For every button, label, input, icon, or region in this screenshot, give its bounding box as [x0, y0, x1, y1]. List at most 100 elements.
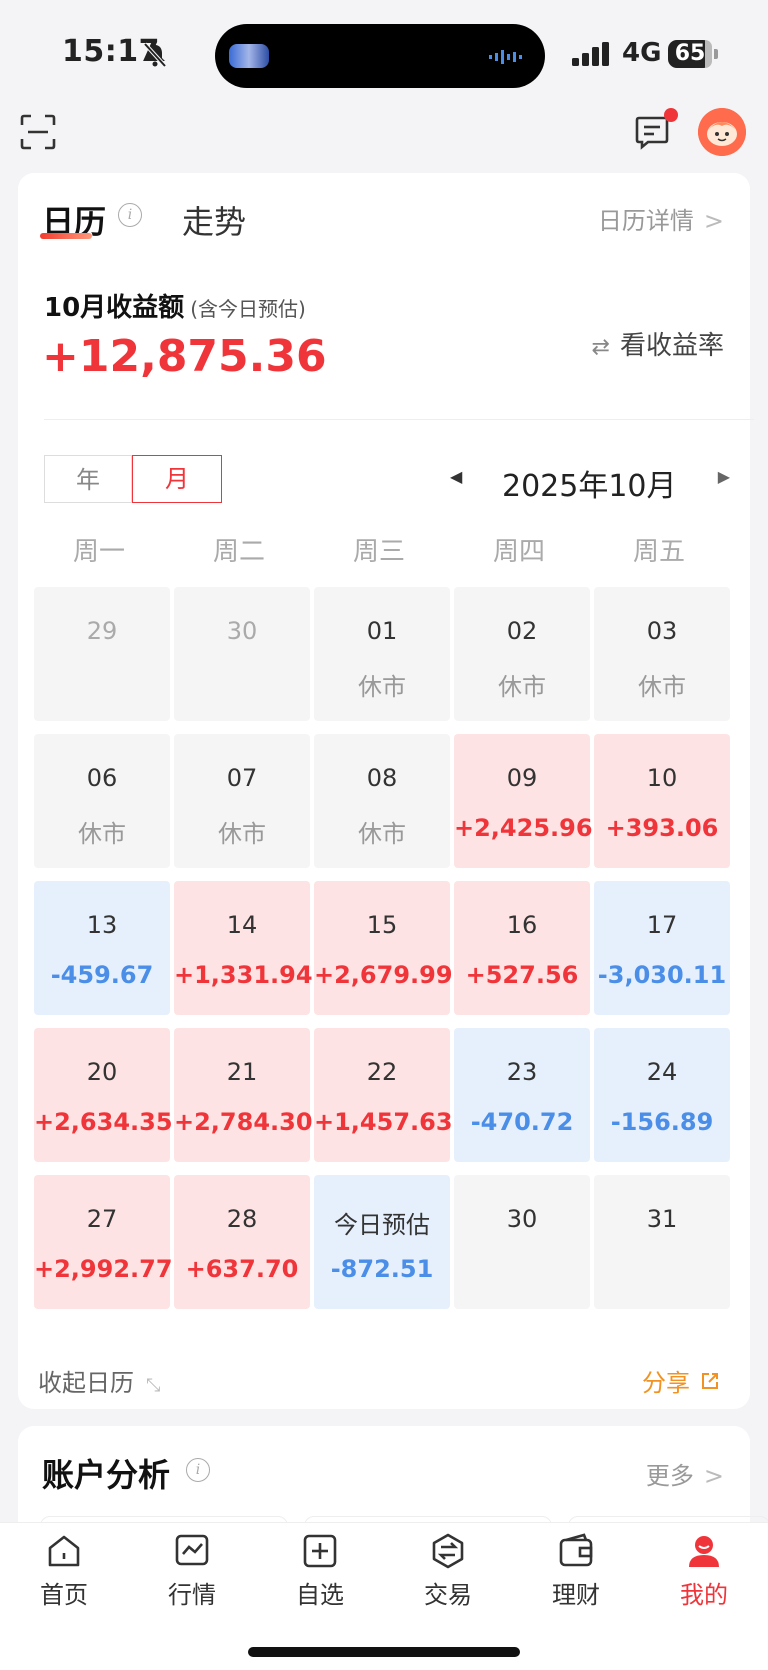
calendar-day-cell[interactable]: 02 休市: [454, 587, 590, 721]
top-toolbar: [0, 100, 768, 170]
scan-icon[interactable]: [20, 114, 56, 150]
collapse-icon: ⤡: [146, 1375, 161, 1396]
calendar-day-cell[interactable]: 28 +637.70: [174, 1175, 310, 1309]
calendar-day-cell[interactable]: 10 +393.06: [594, 734, 730, 868]
calendar-day-cell[interactable]: 07 休市: [174, 734, 310, 868]
info-icon[interactable]: i: [186, 1458, 210, 1482]
calendar-day-cell[interactable]: 29: [34, 587, 170, 721]
calendar-day-cell[interactable]: 08 休市: [314, 734, 450, 868]
bell-muted-icon: [143, 42, 167, 68]
period-segmented-control: 年 月: [44, 455, 222, 505]
day-value: 休市: [638, 673, 686, 701]
battery-icon: 65: [668, 40, 712, 68]
day-date: 01: [366, 617, 398, 645]
day-value: +2,784.30: [174, 1108, 313, 1136]
home-icon: [48, 1535, 80, 1567]
weekday-label: 周四: [492, 537, 545, 567]
day-date: 09: [506, 764, 538, 792]
month-title[interactable]: 2025年10月: [502, 461, 677, 505]
tab-home[interactable]: 首页: [14, 1533, 114, 1610]
calendar-day-cell[interactable]: 30: [454, 1175, 590, 1309]
day-date: 28: [226, 1205, 258, 1233]
calendar-day-cell[interactable]: 03 休市: [594, 587, 730, 721]
calendar-day-cell[interactable]: 21 +2,784.30: [174, 1028, 313, 1162]
more-label: 更多: [645, 1462, 694, 1490]
income-amount: +12,875.36: [42, 331, 327, 382]
day-date: 31: [646, 1205, 678, 1233]
chart-icon: [175, 1534, 209, 1566]
day-value: +527.56: [465, 961, 579, 989]
calendar-day-cell[interactable]: 17 -3,030.11: [594, 881, 730, 1015]
cellular-signal-icon: [572, 42, 609, 66]
day-date: 今日预估: [334, 1211, 430, 1239]
day-value: 休市: [218, 820, 266, 848]
calendar-day-cell[interactable]: 31: [594, 1175, 730, 1309]
day-date: 16: [506, 911, 538, 939]
tab-trade[interactable]: 交易: [398, 1533, 498, 1610]
day-value: -470.72: [470, 1108, 574, 1136]
info-icon[interactable]: i: [118, 203, 142, 227]
calendar-day-cell[interactable]: 14 +1,331.94: [174, 881, 313, 1015]
calendar-day-cell[interactable]: 30: [174, 587, 310, 721]
calendar-day-cell[interactable]: 15 +2,679.99: [314, 881, 453, 1015]
segment-month[interactable]: 月: [132, 455, 222, 503]
income-note: (含今日预估): [190, 297, 306, 321]
day-value: -459.67: [50, 961, 154, 989]
share-label: 分享: [642, 1369, 690, 1397]
swap-icon: ⇄: [591, 335, 610, 360]
more-link[interactable]: 更多 >: [646, 1456, 724, 1491]
day-value: -156.89: [610, 1108, 714, 1136]
calendar-day-cell[interactable]: 16 +527.56: [454, 881, 590, 1015]
month-navigator: ◀ 2025年10月 ▶: [450, 461, 736, 504]
collapse-calendar-button[interactable]: 收起日历 ⤡: [38, 1363, 160, 1398]
day-value: 休市: [498, 673, 546, 701]
tab-active-indicator: [40, 233, 92, 239]
profile-icon: [689, 1536, 719, 1567]
segment-year[interactable]: 年: [44, 455, 132, 503]
calendar-day-cell[interactable]: 09 +2,425.96: [454, 734, 593, 868]
weekday-label: 周五: [632, 537, 685, 567]
tab-watchlist[interactable]: 自选: [270, 1533, 370, 1610]
analysis-title: 账户分析: [42, 1456, 171, 1494]
calendar-day-cell[interactable]: 27 +2,992.77: [34, 1175, 173, 1309]
prev-month-icon[interactable]: ◀: [450, 467, 462, 486]
calendar-day-cell[interactable]: 01 休市: [314, 587, 450, 721]
tab-wealth[interactable]: 理财: [526, 1533, 626, 1610]
calendar-detail-link[interactable]: 日历详情 >: [598, 201, 724, 236]
unread-badge: [664, 108, 678, 122]
tab-trend[interactable]: 走势: [182, 197, 246, 243]
tab-label: 交易: [424, 1581, 472, 1609]
day-date: 02: [506, 617, 538, 645]
message-button[interactable]: [634, 108, 678, 154]
day-date: 08: [366, 764, 398, 792]
calendar-day-cell[interactable]: 13 -459.67: [34, 881, 170, 1015]
external-link-icon: [702, 1373, 718, 1389]
day-date: 17: [646, 911, 678, 939]
status-bar: 15:17 4G 65: [0, 0, 768, 100]
day-value: +637.70: [185, 1255, 299, 1283]
weekday-header: 周一 周二 周三 周四 周五: [34, 531, 734, 571]
day-value: 休市: [78, 820, 126, 848]
day-date: 07: [226, 764, 258, 792]
tab-mine[interactable]: 我的: [654, 1533, 754, 1610]
calendar-day-cell[interactable]: 06 休市: [34, 734, 170, 868]
calendar-day-cell[interactable]: 24 -156.89: [594, 1028, 730, 1162]
avatar[interactable]: [698, 108, 746, 156]
calendar-day-cell[interactable]: 今日预估 -872.51: [314, 1175, 450, 1309]
calendar-day-cell[interactable]: 20 +2,634.35: [34, 1028, 173, 1162]
income-label-row: 10月收益额 (含今日预估): [44, 287, 306, 324]
day-value: +2,992.77: [34, 1255, 173, 1283]
share-button[interactable]: 分享: [642, 1363, 720, 1398]
tab-market[interactable]: 行情: [142, 1533, 242, 1610]
home-indicator: [248, 1647, 520, 1657]
calendar-day-cell[interactable]: 22 +1,457.63: [314, 1028, 453, 1162]
view-rate-button[interactable]: ⇄ 看收益率: [592, 325, 724, 362]
calendar-day-cell[interactable]: 23 -470.72: [454, 1028, 590, 1162]
day-value: -872.51: [330, 1255, 434, 1283]
weekday-label: 周一: [72, 537, 125, 567]
day-value: +2,634.35: [34, 1108, 173, 1136]
next-month-icon[interactable]: ▶: [718, 467, 730, 486]
day-date: 21: [226, 1058, 258, 1086]
tab-label: 行情: [168, 1581, 216, 1609]
view-rate-label: 看收益率: [619, 331, 724, 361]
